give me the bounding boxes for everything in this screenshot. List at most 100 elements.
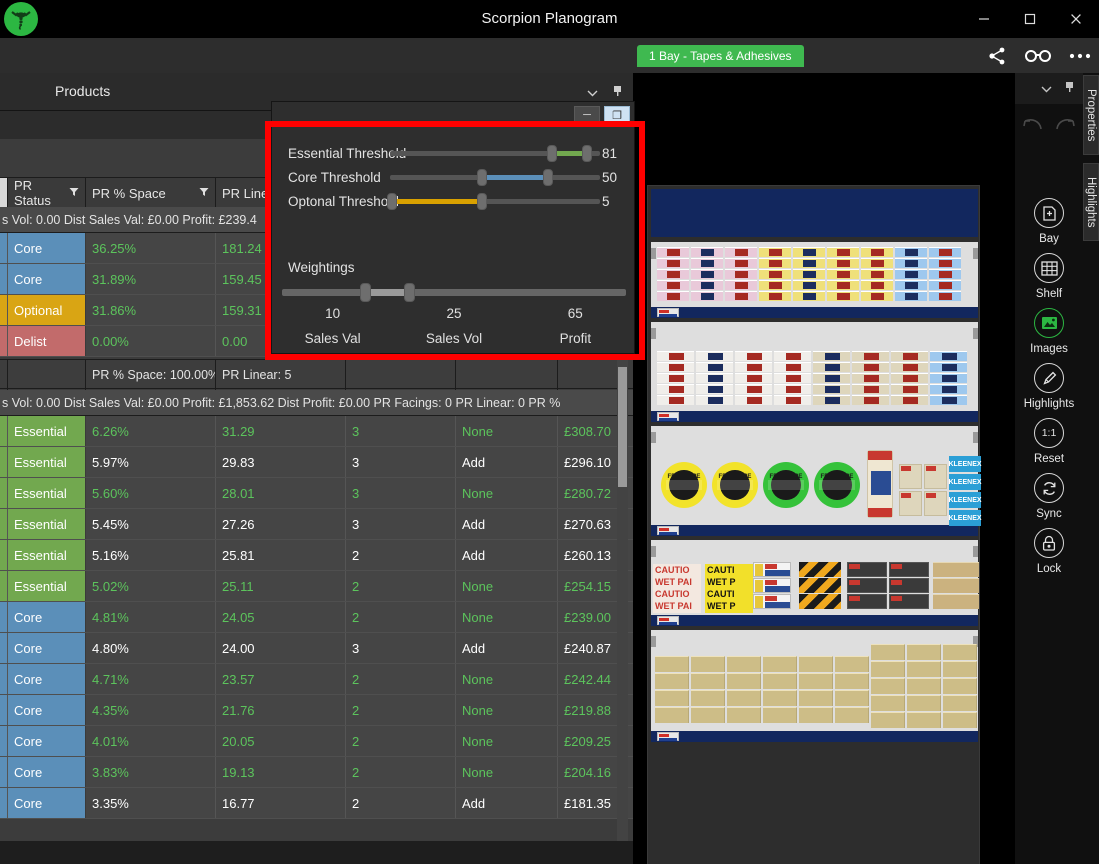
product-facing[interactable] — [774, 351, 811, 406]
table-row[interactable]: Core4.81%24.052None£239.00 — [0, 602, 633, 633]
product-packing-tape[interactable] — [655, 673, 689, 689]
product-disc[interactable]: FROGTAPE — [661, 462, 707, 508]
bay-tab[interactable]: 1 Bay - Tapes & Adhesives — [637, 45, 804, 67]
product-facing[interactable] — [861, 247, 893, 302]
product-kraft-tape[interactable] — [933, 594, 979, 609]
table-row[interactable]: Essential5.97%29.833Add£296.10 — [0, 447, 633, 478]
table-row[interactable]: Core4.80%24.003Add£240.87 — [0, 633, 633, 664]
sync-icon[interactable] — [1034, 473, 1064, 503]
product-packing-tape[interactable] — [691, 673, 725, 689]
rail-item-images[interactable]: Images — [1015, 308, 1083, 355]
close-button[interactable] — [1053, 0, 1099, 38]
product-roll-pack[interactable] — [899, 464, 922, 489]
product-facing[interactable] — [929, 247, 961, 302]
product-packing-tape[interactable] — [871, 644, 905, 660]
filter-icon[interactable] — [69, 187, 79, 200]
product-packing-tape[interactable] — [835, 673, 869, 689]
product-facing[interactable] — [852, 351, 889, 406]
grid-header-pr-status[interactable]: PR Status — [8, 178, 86, 208]
product-packing-tape[interactable] — [943, 644, 977, 660]
minimize-button[interactable] — [961, 0, 1007, 38]
product-packing-tape[interactable] — [727, 707, 761, 723]
table-row[interactable]: Essential5.02%25.112None£254.15 — [0, 571, 633, 602]
chevron-down-icon[interactable] — [1041, 80, 1052, 98]
product-duct-tape[interactable] — [847, 562, 887, 577]
planogram-shelf[interactable]: FROGTAPEFROGTAPEFROGTAPEFROGTAPEKLEENEXK… — [651, 426, 978, 536]
product-roll-pack[interactable] — [924, 491, 947, 516]
table-row[interactable]: Core3.35%16.772Add£181.35 — [0, 788, 633, 819]
product-packing-tape[interactable] — [799, 707, 833, 723]
maximize-button[interactable] — [1007, 0, 1053, 38]
product-packing-tape[interactable] — [835, 690, 869, 706]
product-pack[interactable] — [753, 594, 791, 609]
product-packing-tape[interactable] — [763, 707, 797, 723]
product-packing-tape[interactable] — [655, 690, 689, 706]
product-facing[interactable] — [696, 351, 733, 406]
product-packing-tape[interactable] — [907, 712, 941, 728]
product-facing[interactable] — [813, 351, 850, 406]
product-packing-tape[interactable] — [763, 690, 797, 706]
lock-icon[interactable] — [1034, 528, 1064, 558]
image-icon[interactable] — [1034, 308, 1064, 338]
product-duct-tape[interactable] — [847, 594, 887, 609]
planogram-shelf[interactable] — [651, 322, 978, 422]
pin-icon[interactable] — [1064, 80, 1075, 98]
table-row[interactable]: Essential5.60%28.013None£280.72 — [0, 478, 633, 509]
planogram-shelf[interactable]: CAUTIOWET PAICAUTIOWET PAICAUTIWET PCAUT… — [651, 540, 978, 626]
rail-item-reset[interactable]: 1:1Reset — [1015, 418, 1083, 465]
product-duct-tape[interactable] — [889, 562, 929, 577]
planogram-shelf[interactable] — [651, 630, 978, 742]
table-row[interactable]: Core4.01%20.052None£209.25 — [0, 726, 633, 757]
product-packing-tape[interactable] — [799, 656, 833, 672]
product-packing-tape[interactable] — [655, 656, 689, 672]
product-pack[interactable] — [753, 578, 791, 593]
product-duct-tape[interactable] — [889, 594, 929, 609]
product-packing-tape[interactable] — [691, 690, 725, 706]
product-roll-pack[interactable] — [924, 464, 947, 489]
grid-header-pr-space[interactable]: PR % Space — [86, 178, 216, 208]
product-disc[interactable]: FROGTAPE — [814, 462, 860, 508]
product-packing-tape[interactable] — [655, 707, 689, 723]
product-facing[interactable] — [793, 247, 825, 302]
product-packing-tape[interactable] — [907, 695, 941, 711]
undo-icon[interactable] — [1021, 116, 1043, 137]
product-disc[interactable]: FROGTAPE — [712, 462, 758, 508]
product-hazard-tape[interactable] — [799, 578, 841, 593]
product-packing-tape[interactable] — [727, 673, 761, 689]
product-packing-tape[interactable] — [835, 656, 869, 672]
product-packing-tape[interactable] — [763, 656, 797, 672]
filter-icon[interactable] — [199, 187, 209, 200]
table-row[interactable]: Essential5.16%25.812Add£260.13 — [0, 540, 633, 571]
product-kleenex[interactable]: KLEENEX — [949, 474, 981, 490]
pin-icon[interactable] — [612, 84, 623, 102]
product-packing-tape[interactable] — [943, 678, 977, 694]
rail-item-lock[interactable]: Lock — [1015, 528, 1083, 575]
glasses-icon[interactable] — [1025, 48, 1051, 64]
product-dispenser[interactable] — [867, 450, 893, 518]
planogram-shelf[interactable] — [651, 242, 978, 318]
rail-item-sync[interactable]: Sync — [1015, 473, 1083, 520]
product-facing[interactable] — [930, 351, 967, 406]
rail-item-highlights[interactable]: Highlights — [1015, 363, 1083, 410]
product-facing[interactable] — [657, 351, 694, 406]
product-duct-tape[interactable] — [847, 578, 887, 593]
product-packing-tape[interactable] — [727, 690, 761, 706]
product-packing-tape[interactable] — [871, 712, 905, 728]
product-packing-tape[interactable] — [943, 712, 977, 728]
product-facing[interactable] — [827, 247, 859, 302]
product-packing-tape[interactable] — [871, 695, 905, 711]
product-facing[interactable] — [759, 247, 791, 302]
planogram-bay[interactable]: FROGTAPEFROGTAPEFROGTAPEFROGTAPEKLEENEXK… — [647, 185, 980, 864]
product-kleenex[interactable]: KLEENEX — [949, 510, 981, 526]
rail-item-shelf[interactable]: Shelf — [1015, 253, 1083, 300]
grid-vertical-scroll-thumb[interactable] — [618, 367, 627, 487]
tab-highlights[interactable]: Highlights — [1083, 163, 1099, 241]
product-packing-tape[interactable] — [691, 707, 725, 723]
product-facing[interactable] — [895, 247, 927, 302]
redo-icon[interactable] — [1055, 116, 1077, 137]
product-packing-tape[interactable] — [835, 707, 869, 723]
product-hazard-tape[interactable] — [799, 562, 841, 577]
grid-shelf-icon[interactable] — [1034, 253, 1064, 283]
product-duct-tape[interactable] — [889, 578, 929, 593]
product-packing-tape[interactable] — [907, 678, 941, 694]
